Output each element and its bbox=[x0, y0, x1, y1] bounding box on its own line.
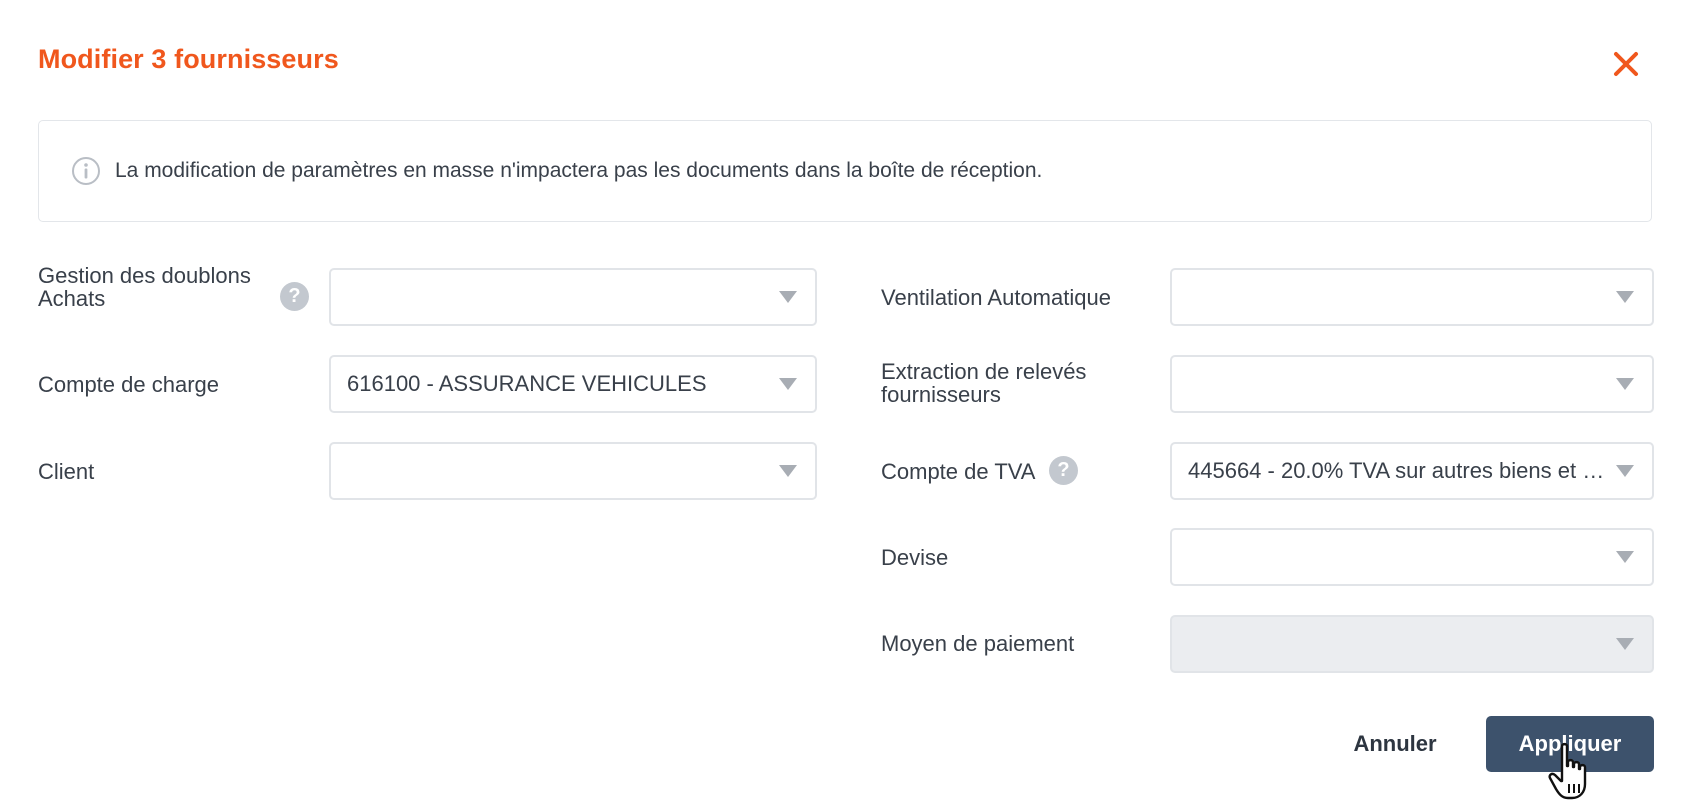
cancel-button[interactable]: Annuler bbox=[1330, 716, 1460, 772]
vat-account-label: Compte de TVA bbox=[881, 459, 1036, 484]
statement-extraction-select[interactable] bbox=[1170, 355, 1654, 413]
currency-label: Devise bbox=[881, 545, 949, 570]
info-text: La modification de paramètres en masse n… bbox=[115, 159, 1043, 182]
payment-method-label: Moyen de paiement bbox=[881, 631, 1075, 656]
client-label: Client bbox=[38, 459, 95, 484]
close-icon bbox=[1614, 52, 1638, 76]
auto-ventilation-label: Ventilation Automatique bbox=[881, 285, 1111, 310]
chevron-down-icon bbox=[1616, 551, 1634, 563]
expense-account-label: Compte de charge bbox=[38, 372, 219, 397]
chevron-down-icon bbox=[779, 291, 797, 303]
select-value: 616100 - ASSURANCE VEHICULES bbox=[347, 371, 707, 396]
currency-select[interactable] bbox=[1170, 528, 1654, 586]
statement-extraction-label-line1: Extraction de relevés bbox=[881, 359, 1087, 384]
chevron-down-icon bbox=[1616, 465, 1634, 477]
statement-extraction-label-line2: fournisseurs bbox=[881, 382, 1001, 407]
statement-extraction-label: Extraction de relevés fournisseurs bbox=[881, 360, 1086, 406]
vat-account-select[interactable]: 445664 - 20.0% TVA sur autres biens et s… bbox=[1170, 442, 1654, 500]
chevron-down-icon bbox=[1616, 291, 1634, 303]
bulk-edit-modal: Modifier 3 fournisseurs La modification … bbox=[0, 0, 1682, 802]
info-banner: La modification de paramètres en masse n… bbox=[38, 120, 1652, 222]
chevron-down-icon bbox=[1616, 638, 1634, 650]
chevron-down-icon bbox=[779, 465, 797, 477]
close-button[interactable] bbox=[1608, 46, 1644, 82]
payment-method-select bbox=[1170, 615, 1654, 673]
modal-title: Modifier 3 fournisseurs bbox=[38, 44, 339, 74]
info-icon bbox=[71, 156, 101, 186]
expense-account-select[interactable]: 616100 - ASSURANCE VEHICULES bbox=[329, 355, 817, 413]
help-icon[interactable]: ? bbox=[280, 282, 309, 311]
auto-ventilation-select[interactable] bbox=[1170, 268, 1654, 326]
duplicates-management-label: Gestion des doublons Achats bbox=[38, 264, 251, 310]
duplicates-management-label-line1: Gestion des doublons bbox=[38, 263, 251, 288]
select-value: 445664 - 20.0% TVA sur autres biens et s… bbox=[1188, 458, 1616, 483]
duplicates-management-label-line2: Achats bbox=[38, 286, 106, 311]
duplicates-management-select[interactable] bbox=[329, 268, 817, 326]
chevron-down-icon bbox=[1616, 378, 1634, 390]
chevron-down-icon bbox=[779, 378, 797, 390]
client-select[interactable] bbox=[329, 442, 817, 500]
apply-button[interactable]: Appliquer bbox=[1486, 716, 1654, 772]
help-icon[interactable]: ? bbox=[1049, 456, 1078, 485]
